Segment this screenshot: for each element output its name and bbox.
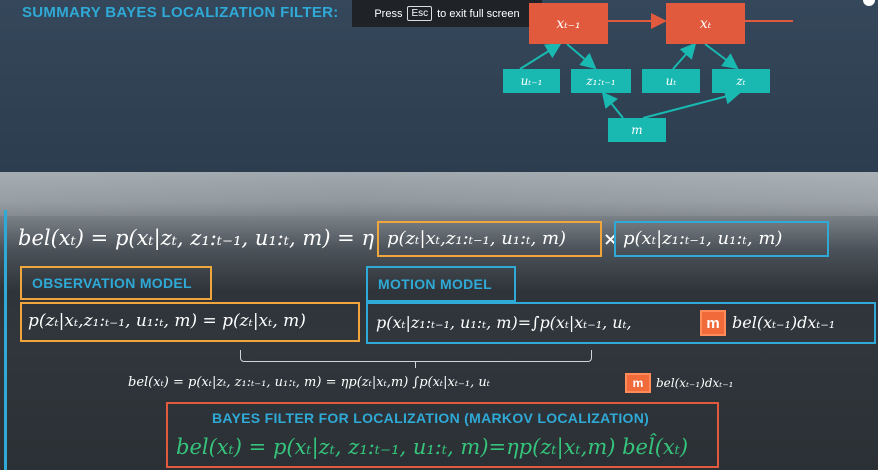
fullscreen-notice-prefix: Press (374, 7, 403, 20)
combining-brace (240, 350, 592, 362)
node-z-range: z₁:ₜ₋₁ (571, 69, 631, 93)
combined-crossed-out-m-icon: m (625, 373, 651, 393)
main-equation-motion-term: p(xₜ|z₁:ₜ₋₁, u₁:ₜ, m) (623, 228, 783, 249)
observation-model-label: OBSERVATION MODEL (32, 275, 192, 291)
motion-model-equation-right: bel(xₜ₋₁)dxₜ₋₁ (732, 313, 836, 332)
edge-m-to-zrange (601, 91, 624, 119)
motion-model-label: MOTION MODEL (378, 276, 493, 292)
combined-equation-left: bel(xₜ) = p(xₜ|zₜ, z₁:ₜ₋₁, u₁:ₜ, m) = ηp… (128, 375, 490, 390)
markov-localization-equation: bel(xₜ) = p(xₜ|zₜ, z₁:ₜ₋₁, u₁:ₜ, m)=ηp(z… (176, 435, 689, 459)
bayes-filter-label: BAYES FILTER FOR LOCALIZATION (MARKOV LO… (212, 410, 650, 426)
edge-xprev-to-zrange (566, 43, 597, 70)
combining-brace-tick (415, 361, 416, 368)
node-m: m (608, 118, 666, 142)
esc-key-badge: Esc (407, 6, 433, 21)
left-accent-bar (4, 210, 7, 470)
edge-uprev-to-xprev (519, 42, 562, 70)
slide-title: SUMMARY BAYES LOCALIZATION FILTER: (22, 4, 339, 21)
background-sky-band (0, 172, 878, 216)
edge-xt-to-zt (704, 43, 739, 70)
node-u-t: uₜ (642, 69, 700, 93)
node-u-prev: uₜ₋₁ (503, 69, 560, 93)
motion-model-equation-left: p(xₜ|z₁:ₜ₋₁, u₁:ₜ, m)=∫p(xₜ|xₜ₋₁, uₜ, (376, 313, 632, 332)
node-z-t: zₜ (712, 69, 770, 93)
edge-m-to-zt (642, 88, 741, 119)
crossed-out-m-icon: m (700, 310, 726, 336)
node-x-t: xₜ (666, 3, 745, 44)
main-equation-observation-term: p(zₜ|xₜ,z₁:ₜ₋₁, u₁:ₜ, m) (387, 228, 567, 249)
observation-model-equation: p(zₜ|xₜ,z₁:ₜ₋₁, u₁:ₜ, m) = p(zₜ|xₜ, m) (28, 311, 306, 331)
main-equation-lhs: bel(xₜ) = p(xₜ|zₜ, z₁:ₜ₋₁, u₁:ₜ, m) = η (18, 226, 375, 250)
combined-equation-right: bel(xₜ₋₁)dxₜ₋₁ (656, 376, 734, 390)
edge-ut-to-xt (672, 42, 697, 70)
node-x-prev: xₜ₋₁ (529, 3, 608, 44)
crossed-out-m-text: m (706, 314, 720, 332)
combined-crossed-out-m-text: m (632, 376, 644, 390)
